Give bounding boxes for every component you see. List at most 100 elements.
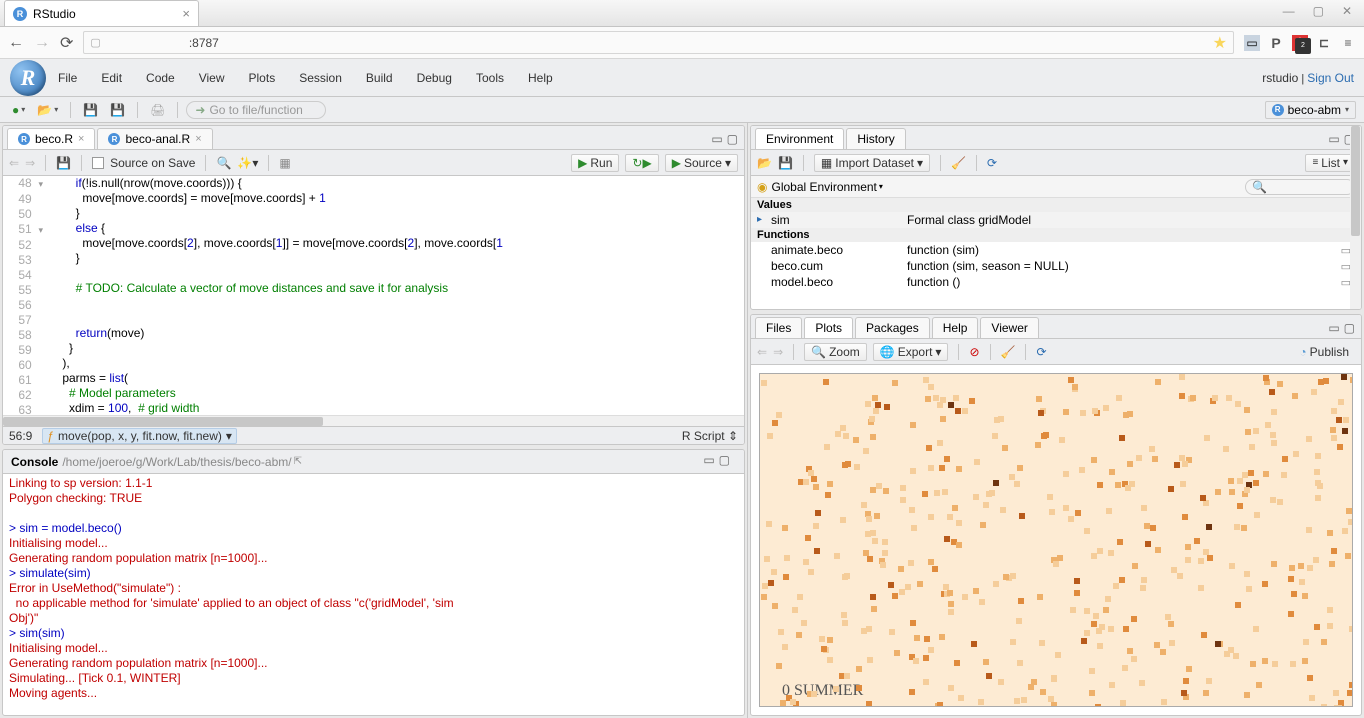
source-status-bar: 56:9 ƒmove(pop, x, y, fit.now, fit.new) … [3, 426, 744, 444]
environment-list[interactable]: Values▸simFormal class gridModelFunction… [751, 198, 1361, 309]
view-mode-button[interactable]: ≡ List ▾ [1305, 154, 1355, 172]
maximize-pane-icon[interactable]: ▢ [719, 453, 730, 467]
import-dataset-button[interactable]: ▦ Import Dataset ▾ [814, 154, 930, 172]
tab-label: beco-anal.R [125, 132, 190, 146]
close-icon[interactable]: × [195, 133, 201, 145]
save-icon[interactable]: 💾 [56, 156, 71, 170]
browser-tab[interactable]: R RStudio × [4, 0, 199, 26]
env-row[interactable]: model.becofunction ()▭ [751, 274, 1361, 290]
menu-help[interactable]: Help [528, 71, 553, 85]
source-on-save-checkbox[interactable] [92, 157, 104, 169]
project-selector[interactable]: R beco-abm ▾ [1265, 101, 1356, 119]
open-env-icon[interactable]: 📂 [757, 156, 772, 170]
bookmark-star-icon[interactable]: ★ [1213, 33, 1227, 53]
prev-plot-icon[interactable]: ⇐ [757, 345, 767, 359]
tab-plots[interactable]: Plots [804, 317, 853, 338]
code-editor[interactable]: 48 ▾49 50 51 ▾52 53 54 55 56 57 58 59 60… [3, 176, 744, 415]
menu-icon[interactable]: ≡ [1340, 35, 1356, 51]
open-file-icon[interactable]: 📂▾ [33, 101, 62, 119]
close-icon[interactable]: × [78, 133, 84, 145]
tab-history[interactable]: History [846, 128, 905, 149]
ext-icon[interactable]: ⊏ [1316, 35, 1332, 51]
clear-env-icon[interactable]: 🧹 [951, 156, 966, 170]
menu-view[interactable]: View [199, 71, 225, 85]
minimize-pane-icon[interactable]: ▭ [711, 132, 722, 146]
minimize-icon[interactable]: — [1283, 4, 1295, 22]
minimize-pane-icon[interactable]: ▭ [703, 453, 714, 467]
tab-files[interactable]: Files [755, 317, 802, 338]
env-row[interactable]: beco.cumfunction (sim, season = NULL)▭ [751, 258, 1361, 274]
save-icon[interactable]: 💾 [79, 101, 102, 119]
export-button[interactable]: 🌐 Export ▾ [873, 343, 949, 361]
plot-area: 0 SUMMER [751, 365, 1361, 715]
env-row[interactable]: ▸simFormal class gridModel [751, 212, 1361, 228]
maximize-pane-icon[interactable]: ▢ [1344, 321, 1355, 335]
tab-help[interactable]: Help [932, 317, 979, 338]
ext-icon[interactable]: ▭ [1244, 35, 1260, 51]
goto-file-function-input[interactable]: ➜ Go to file/function [186, 101, 326, 119]
minimize-pane-icon[interactable]: ▭ [1328, 321, 1339, 335]
clear-plots-icon[interactable]: 🧹 [1001, 345, 1016, 359]
compile-icon[interactable]: ▦ [279, 156, 290, 170]
back-icon[interactable]: ⇐ [9, 156, 19, 170]
tab-viewer[interactable]: Viewer [980, 317, 1038, 338]
tab-environment[interactable]: Environment [755, 128, 844, 149]
ext-icon[interactable]: P [1268, 35, 1284, 51]
console-output[interactable]: Linking to sp version: 1.1-1Polygon chec… [3, 474, 744, 715]
refresh-icon[interactable]: ⟳ [987, 156, 997, 170]
remove-plot-icon[interactable]: ⊘ [969, 345, 979, 359]
ext-icon[interactable]: ✱2 [1292, 35, 1308, 51]
back-icon[interactable]: ← [8, 34, 24, 52]
source-tab-beco-r[interactable]: R beco.R × [7, 128, 95, 149]
env-search-input[interactable]: 🔍 [1245, 179, 1355, 195]
source-button[interactable]: ▶Source ▾ [665, 154, 738, 172]
minimize-pane-icon[interactable]: ▭ [1328, 132, 1339, 146]
menu-file[interactable]: File [58, 71, 77, 85]
tab-label: Environment [766, 132, 833, 146]
function-scope[interactable]: ƒmove(pop, x, y, fit.now, fit.new) ▾ [42, 428, 237, 444]
save-env-icon[interactable]: 💾 [778, 156, 793, 170]
env-row[interactable]: animate.becofunction (sim)▭ [751, 242, 1361, 258]
forward-icon[interactable]: → [34, 34, 50, 52]
menu-debug[interactable]: Debug [417, 71, 452, 85]
menu-session[interactable]: Session [299, 71, 342, 85]
window-controls: — ▢ ✕ [1271, 0, 1364, 26]
menu-build[interactable]: Build [366, 71, 393, 85]
scope-label[interactable]: Global Environment [771, 180, 876, 194]
vertical-scrollbar[interactable] [1350, 126, 1361, 309]
close-icon[interactable]: × [182, 6, 190, 21]
url-input[interactable]: ▢ :8787 ★ [83, 31, 1234, 54]
horizontal-scrollbar[interactable] [3, 415, 744, 426]
close-window-icon[interactable]: ✕ [1342, 4, 1352, 22]
source-tab-beco-anal-r[interactable]: R beco-anal.R × [97, 128, 212, 149]
sign-out-link[interactable]: Sign Out [1307, 71, 1354, 85]
tab-packages[interactable]: Packages [855, 317, 930, 338]
search-icon: 🔍 [1252, 180, 1267, 194]
publish-button[interactable]: ◔ Publish [1293, 344, 1355, 360]
next-plot-icon[interactable]: ⇒ [773, 345, 783, 359]
wand-icon[interactable]: ✨▾ [237, 156, 258, 170]
run-button[interactable]: ▶Run [571, 154, 619, 172]
menu-plots[interactable]: Plots [249, 71, 276, 85]
path-popup-icon[interactable]: ⇱ [294, 456, 302, 467]
zoom-label: Zoom [829, 345, 860, 359]
print-icon[interactable]: 🖨 [146, 101, 169, 119]
file-type-label[interactable]: R Script [682, 429, 725, 443]
maximize-icon[interactable]: ▢ [1313, 4, 1324, 22]
menu-tools[interactable]: Tools [476, 71, 504, 85]
menu-edit[interactable]: Edit [101, 71, 122, 85]
zoom-button[interactable]: 🔍 Zoom [804, 343, 867, 361]
env-toolbar: 📂 💾 ▦ Import Dataset ▾ 🧹 ⟳ ≡ List ▾ [751, 150, 1361, 176]
find-icon[interactable]: 🔍 [216, 156, 231, 170]
menu-code[interactable]: Code [146, 71, 175, 85]
rerun-button[interactable]: ↻▶ [625, 154, 658, 172]
new-file-icon[interactable]: ●▾ [8, 101, 29, 119]
forward-icon[interactable]: ⇒ [25, 156, 35, 170]
tab-label: Packages [866, 321, 919, 335]
reload-icon[interactable]: ⟳ [60, 33, 73, 53]
maximize-pane-icon[interactable]: ▢ [727, 132, 738, 146]
save-all-icon[interactable]: 💾 [106, 101, 129, 119]
env-tab-bar: Environment History ▭▢ [751, 126, 1361, 150]
console-path: /home/joeroe/g/Work/Lab/thesis/beco-abm/ [62, 455, 291, 469]
refresh-icon[interactable]: ⟳ [1036, 345, 1046, 359]
